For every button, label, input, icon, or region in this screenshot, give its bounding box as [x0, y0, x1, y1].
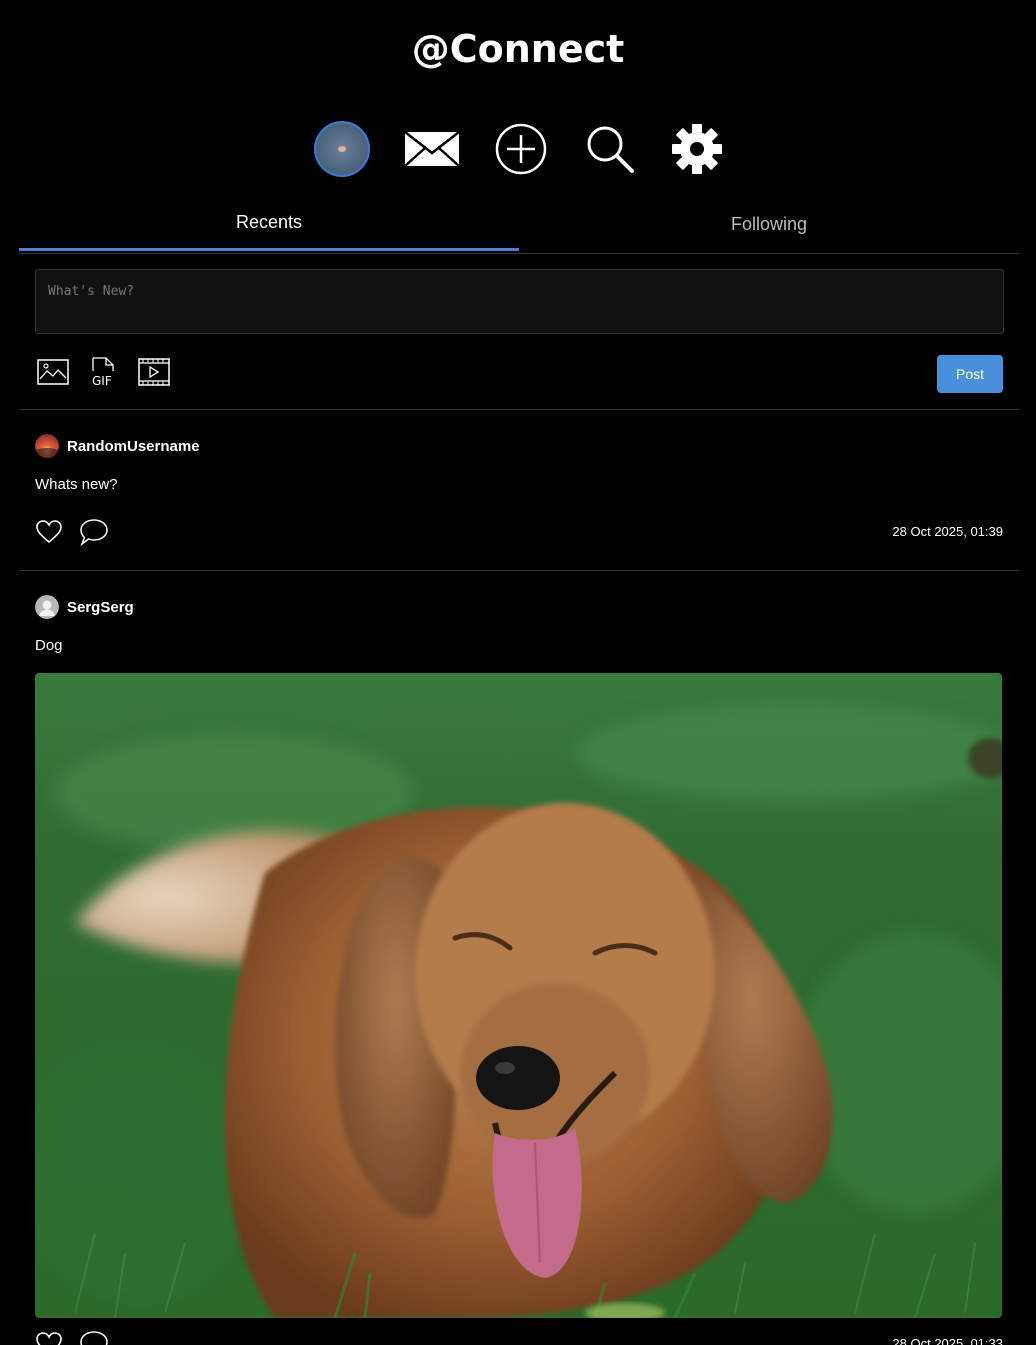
active-tab-indicator: [19, 248, 519, 251]
comment-button[interactable]: [79, 517, 109, 547]
post-actions: 28 Oct 2025, 01:33: [35, 1329, 1003, 1345]
attach-video-button[interactable]: [137, 356, 171, 388]
comment-icon: [80, 519, 108, 546]
gif-icon: GIF: [92, 357, 114, 387]
gear-icon: [672, 124, 722, 174]
user-avatar[interactable]: [35, 595, 59, 619]
heart-icon: [36, 1332, 62, 1345]
image-icon: [37, 359, 69, 385]
post-username[interactable]: SergSerg: [67, 599, 134, 616]
dog-photo: [35, 673, 1002, 1318]
post-card: SergSerg Dog 28 Oct 2025, 01:33: [35, 595, 1003, 1345]
post-header: RandomUsername: [35, 434, 200, 458]
post-timestamp: 28 Oct 2025, 01:33: [892, 1336, 1003, 1345]
tab-recents[interactable]: Recents: [19, 196, 519, 251]
post-actions: 28 Oct 2025, 01:39: [35, 517, 1003, 547]
tab-following-label: Following: [730, 214, 808, 234]
like-button[interactable]: [36, 517, 62, 547]
attach-gif-button[interactable]: GIF: [89, 356, 117, 388]
profile-avatar-icon: [314, 121, 370, 177]
app-root: @Connect Recents Following What's New? G…: [0, 0, 1036, 1345]
video-icon: [138, 358, 170, 386]
user-avatar[interactable]: [35, 434, 59, 458]
messages-button[interactable]: [402, 118, 462, 180]
post-text: Dog: [35, 637, 63, 654]
post-image[interactable]: [35, 673, 1002, 1318]
default-avatar-icon: [35, 595, 59, 619]
tab-following[interactable]: Following: [519, 196, 1019, 250]
post-timestamp: 28 Oct 2025, 01:39: [892, 524, 1003, 539]
profile-button[interactable]: [312, 118, 372, 180]
comment-button[interactable]: [79, 1329, 109, 1345]
top-nav: [0, 118, 1036, 180]
mail-icon: [404, 131, 460, 167]
app-logo[interactable]: @Connect: [0, 24, 1036, 74]
post-header: SergSerg: [35, 595, 134, 619]
feed-tabs: Recents Following: [19, 196, 1019, 254]
plus-circle-icon: [495, 123, 547, 175]
settings-button[interactable]: [668, 118, 726, 180]
post-card: RandomUsername Whats new? 28 Oct 2025, 0…: [35, 434, 1003, 554]
post-divider: [19, 570, 1019, 571]
post-username[interactable]: RandomUsername: [67, 438, 200, 455]
like-button[interactable]: [36, 1329, 62, 1345]
avatar-image: [35, 434, 59, 458]
svg-text:GIF: GIF: [92, 374, 112, 387]
composer-divider: [19, 409, 1019, 410]
attach-image-button[interactable]: [35, 356, 71, 388]
compose-input[interactable]: [35, 269, 1004, 334]
comment-icon: [80, 1331, 108, 1345]
tab-recents-label: Recents: [235, 212, 303, 232]
search-icon: [587, 126, 634, 173]
heart-icon: [36, 520, 62, 544]
post-text: Whats new?: [35, 476, 118, 493]
post-button[interactable]: Post: [937, 355, 1003, 393]
search-button[interactable]: [582, 118, 638, 180]
new-post-button[interactable]: [492, 118, 550, 180]
